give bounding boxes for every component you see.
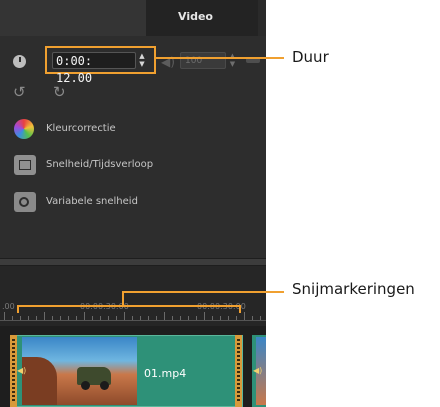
ruler-tick [28, 316, 29, 320]
ruler-tick [172, 316, 173, 320]
ruler-tick [220, 316, 221, 320]
thumbnail-rock [22, 357, 57, 405]
duration-callout: Duur [292, 48, 329, 66]
ruler-tick [260, 316, 261, 320]
duration-callout-line [156, 57, 284, 59]
ruler-tick [20, 316, 21, 320]
ruler-tick [188, 316, 189, 320]
audio-icon: ◀) [17, 366, 27, 375]
ruler-tick [68, 316, 69, 320]
ruler-tick [124, 312, 125, 320]
thumbnail-wheel [100, 381, 109, 390]
ruler-tick [52, 316, 53, 320]
ruler-tick [100, 316, 101, 320]
ruler-tick [204, 312, 205, 320]
variable-speed-icon[interactable] [14, 192, 36, 212]
clip-thumbnail [22, 337, 137, 405]
timeline-ruler[interactable] [0, 266, 266, 326]
ruler-tick [36, 316, 37, 320]
tab-edge [258, 0, 266, 36]
clip-name: 01.mp4 [144, 367, 187, 380]
rotate-left-icon[interactable]: ↺ [13, 83, 26, 101]
tool-label-color-correction[interactable]: Kleurcorrectie [46, 123, 116, 134]
ruler-tick [132, 316, 133, 320]
duration-spinner[interactable]: ▲ ▼ [136, 52, 148, 69]
ruler-tick [164, 312, 165, 320]
trim-markers-callout: Snijmarkeringen [292, 280, 415, 298]
ruler-tick [228, 316, 229, 320]
ruler-tick [60, 316, 61, 320]
color-wheel-icon[interactable] [14, 119, 34, 139]
tool-label-variable-speed[interactable]: Variabele snelheid [46, 196, 138, 207]
rotate-right-icon[interactable]: ↻ [53, 83, 66, 101]
trim-handle-left[interactable] [10, 335, 17, 407]
trim-handle-right[interactable] [235, 335, 242, 407]
ruler-tick [140, 316, 141, 320]
volume-input[interactable]: 100 [180, 52, 226, 69]
duration-highlight: 0:00: 12.00 ▲ ▼ [45, 46, 156, 85]
ruler-tick [180, 316, 181, 320]
ruler-tick [148, 316, 149, 320]
tool-label-speed[interactable]: Snelheid/Tijdsverloop [46, 159, 153, 170]
ruler-tick [116, 316, 117, 320]
tab-video[interactable]: Video [178, 10, 213, 23]
ruler-tick [196, 316, 197, 320]
thumbnail-wheel [81, 381, 90, 390]
ruler-baseline [0, 320, 266, 321]
ruler-tick [76, 316, 77, 320]
ruler-tick [108, 316, 109, 320]
ruler-tick [244, 312, 245, 320]
ruler-tick [4, 312, 5, 320]
ruler-tick [84, 312, 85, 320]
duration-timecode-input[interactable]: 0:00: 12.00 [52, 52, 136, 85]
volume-spinner[interactable]: ▲ ▼ [227, 52, 238, 69]
trim-markers-highlight [17, 305, 241, 313]
ruler-tick [236, 316, 237, 320]
ruler-tick [156, 316, 157, 320]
ruler-tick [44, 312, 45, 320]
clock-icon [13, 55, 26, 68]
audio-icon: ◀) [253, 366, 263, 375]
tab-bar: Video [0, 0, 266, 36]
ruler-tick [252, 316, 253, 320]
ruler-tick [92, 316, 93, 320]
ruler-label: .00 [2, 302, 15, 311]
trim-callout-line [122, 291, 284, 293]
trim-markers-stem [122, 291, 124, 306]
video-options-panel: Video 0:00: 12.00 ▲ ▼ ◀) 100 ▲ ▼ ↺ ↻ Kleur… [0, 0, 266, 407]
panel-splitter[interactable] [0, 258, 266, 266]
ruler-tick [12, 316, 13, 320]
tab-inactive[interactable] [0, 0, 146, 36]
ruler-tick [212, 316, 213, 320]
speed-icon[interactable] [14, 155, 36, 175]
